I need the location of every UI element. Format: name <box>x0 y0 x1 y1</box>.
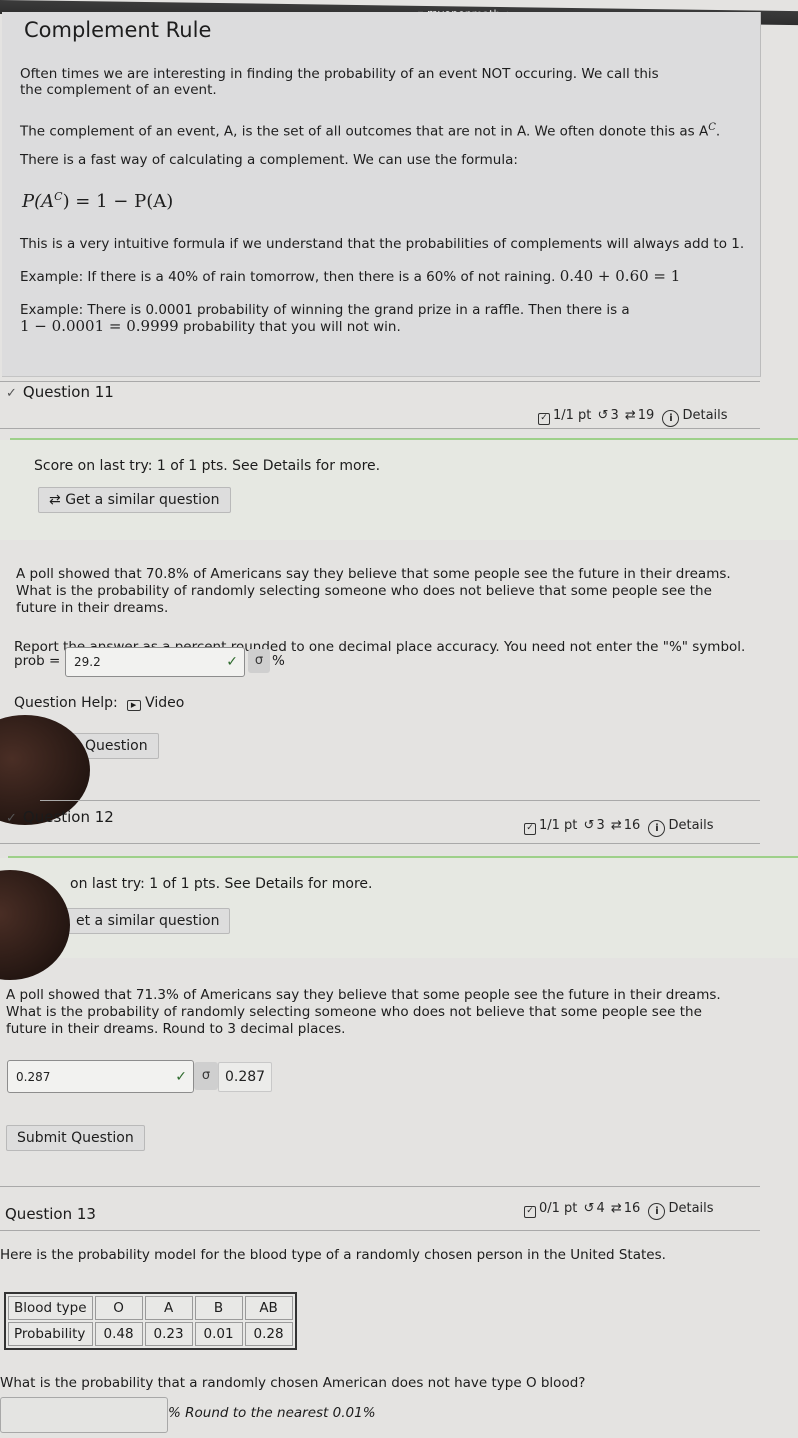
table-cell: 0.48 <box>94 1322 143 1346</box>
question-12-body: A poll showed that 71.3% of Americans sa… <box>6 987 721 1037</box>
answer-input[interactable]: 0.287 ✓ <box>7 1060 194 1093</box>
table-row: Blood type O A B AB <box>8 1296 293 1320</box>
answer-preview: 0.287 <box>218 1062 273 1092</box>
score-checkbox-icon: ✓ <box>524 823 536 835</box>
info-paragraph-intuition: This is a very intuitive formula if we u… <box>20 236 745 252</box>
table-cell: 0.01 <box>194 1322 243 1346</box>
info-paragraph-intro: Often times we are interesting in findin… <box>20 66 659 98</box>
submit-question-button[interactable]: Submit Question <box>6 1125 145 1151</box>
info-icon[interactable]: i <box>648 1203 666 1220</box>
answer-label: prob = <box>14 653 61 669</box>
info-example-2: Example: There is 0.0001 probability of … <box>20 302 630 335</box>
table-row-header: Blood type <box>8 1296 93 1320</box>
versions-icon: ⇄ <box>610 1201 622 1216</box>
table-cell: 0.28 <box>244 1322 293 1346</box>
math-keyboard-icon[interactable]: σ <box>248 649 270 673</box>
answer-unit: % <box>272 653 285 669</box>
info-icon[interactable]: i <box>648 820 666 837</box>
answer-instruction: % Round to the nearest 0.01% <box>168 1405 376 1421</box>
question-12-title[interactable]: ✓ Question 12 <box>6 808 114 826</box>
question-12-meta: ✓ 1/1 pt ↺ 3 ⇄ 16 i Details <box>524 818 714 837</box>
info-title: Complement Rule <box>24 18 212 42</box>
info-paragraph-formula-intro: There is a fast way of calculating a com… <box>20 152 518 168</box>
question-11-title[interactable]: ✓ Question 11 <box>6 383 114 401</box>
details-link[interactable]: Details <box>682 408 727 423</box>
details-link[interactable]: Details <box>668 1201 713 1216</box>
question-13-meta: ✓ 0/1 pt ↺ 4 ⇄ 16 i Details <box>524 1201 714 1220</box>
table-row-header: Probability <box>8 1322 93 1346</box>
score-text: on last try: 1 of 1 pts. See Details for… <box>70 876 373 892</box>
complement-formula: P(AC) = 1 − P(A) <box>22 190 174 212</box>
retry-icon: ↺ <box>583 1201 595 1216</box>
score-text: Score on last try: 1 of 1 pts. See Detai… <box>34 458 381 474</box>
divider <box>0 381 760 382</box>
retry-icon: ↺ <box>597 408 609 423</box>
question-help: Question Help: ▶ Video <box>14 695 185 711</box>
divider <box>0 428 760 429</box>
question-11-meta: ✓ 1/1 pt ↺ 3 ⇄ 19 i Details <box>538 408 728 427</box>
versions-icon: ⇄ <box>610 818 622 833</box>
info-paragraph-definition: The complement of an event, A, is the se… <box>20 122 721 140</box>
score-checkbox-icon: ✓ <box>524 1206 536 1218</box>
details-link[interactable]: Details <box>668 818 713 833</box>
blood-type-table: Blood type O A B AB Probability 0.48 0.2… <box>4 1292 297 1350</box>
info-icon[interactable]: i <box>662 410 680 427</box>
video-icon: ▶ <box>126 700 141 711</box>
table-cell: B <box>194 1296 243 1320</box>
divider <box>0 843 760 844</box>
versions-icon: ⇄ <box>624 408 636 423</box>
divider <box>40 800 760 801</box>
info-example-1: Example: If there is a 40% of rain tomor… <box>20 267 681 285</box>
answer-input[interactable]: 29.2 ✓ <box>65 647 245 677</box>
versions-icon: ⇄ <box>49 492 66 508</box>
divider <box>0 1230 760 1231</box>
question-13-prompt: What is the probability that a randomly … <box>0 1375 586 1391</box>
similar-question-button[interactable]: ⇄ Get a similar question <box>38 487 231 513</box>
table-cell: AB <box>244 1296 293 1320</box>
question-11-body: A poll showed that 70.8% of Americans sa… <box>16 566 731 616</box>
table-cell: A <box>144 1296 193 1320</box>
answer-input[interactable] <box>0 1397 168 1433</box>
complement-rule-box: Complement Rule Often times we are inter… <box>2 12 761 377</box>
question-13-title[interactable]: Question 13 <box>5 1205 96 1223</box>
correct-check-icon: ✓ <box>226 654 238 670</box>
question-13-intro: Here is the probability model for the bl… <box>0 1247 666 1263</box>
retry-icon: ↺ <box>583 818 595 833</box>
table-row: Probability 0.48 0.23 0.01 0.28 <box>8 1322 293 1346</box>
score-checkbox-icon: ✓ <box>538 413 550 425</box>
math-keyboard-icon[interactable]: σ <box>194 1062 218 1090</box>
check-icon: ✓ <box>6 386 17 401</box>
check-icon: ✓ <box>6 811 17 826</box>
correct-check-icon: ✓ <box>175 1068 187 1085</box>
video-link[interactable]: Video <box>145 695 184 711</box>
table-cell: O <box>94 1296 143 1320</box>
divider <box>0 1186 760 1187</box>
table-cell: 0.23 <box>144 1322 193 1346</box>
